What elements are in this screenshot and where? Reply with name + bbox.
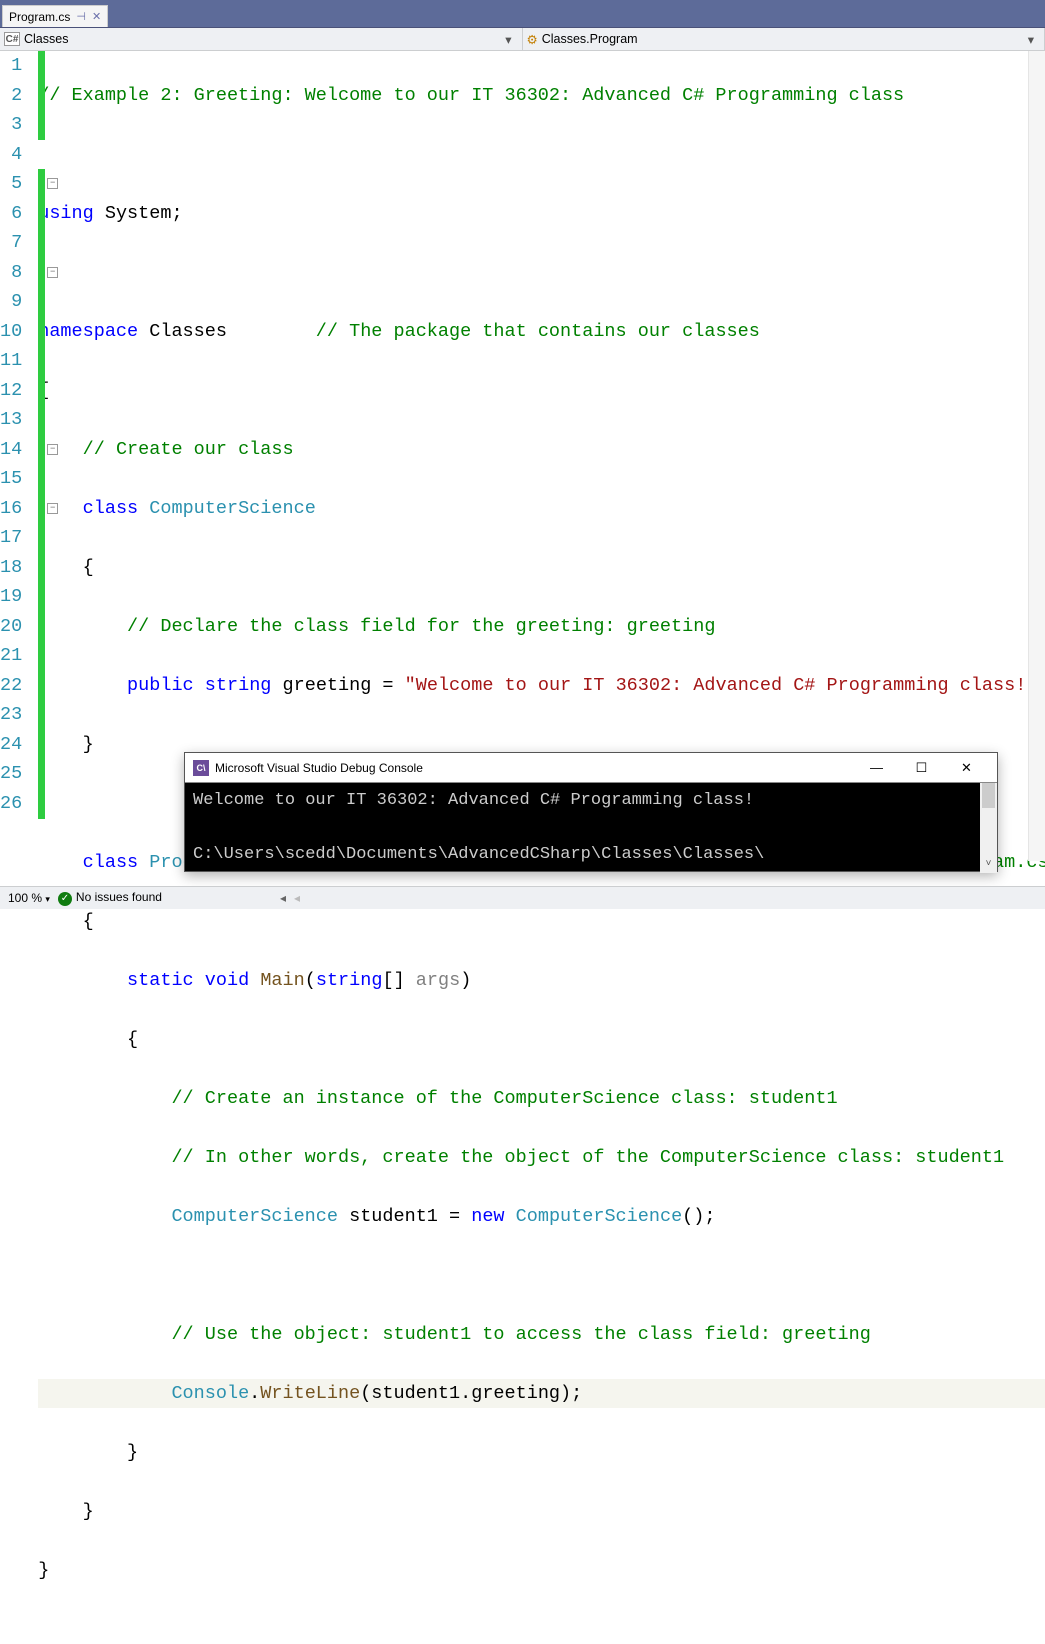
status-bar: 100 % ▾ ✓No issues found ◂ ◂ xyxy=(0,886,1045,909)
line-number-gutter: 1234567891011121314151617181920212223242… xyxy=(0,51,38,861)
maximize-button[interactable]: ☐ xyxy=(899,754,944,782)
class-selector[interactable]: C# Classes ▾ xyxy=(0,28,523,50)
member-selector[interactable]: ⚙ Classes.Program ▾ xyxy=(523,28,1045,50)
issues-indicator[interactable]: ✓No issues found xyxy=(58,890,162,906)
chevron-down-icon: ▾ xyxy=(1022,32,1040,47)
scrollbar-rail[interactable] xyxy=(1028,51,1045,861)
member-selector-label: Classes.Program xyxy=(542,32,638,46)
tab-label: Program.cs xyxy=(9,10,70,24)
member-icon: ⚙ xyxy=(527,32,538,47)
fold-icon[interactable]: − xyxy=(47,267,58,278)
console-line: Welcome to our IT 36302: Advanced C# Pro… xyxy=(193,787,989,814)
console-output[interactable]: Welcome to our IT 36302: Advanced C# Pro… xyxy=(185,783,997,873)
console-app-icon: C\ xyxy=(193,760,209,776)
fold-icon[interactable]: − xyxy=(47,503,58,514)
scroll-down-icon[interactable]: ˅ xyxy=(980,856,997,873)
class-selector-label: Classes xyxy=(24,32,68,46)
code-editor[interactable]: 1234567891011121314151617181920212223242… xyxy=(0,51,1045,861)
file-tab[interactable]: Program.cs ⊣ ✕ xyxy=(2,5,108,27)
console-titlebar[interactable]: C\ Microsoft Visual Studio Debug Console… xyxy=(185,753,997,783)
close-button[interactable]: ✕ xyxy=(944,754,989,782)
nav-fwd-icon[interactable]: ◂ xyxy=(294,891,300,905)
fold-icon[interactable]: − xyxy=(47,178,58,189)
chevron-down-icon: ▾ xyxy=(45,894,50,904)
fold-icon[interactable]: − xyxy=(47,444,58,455)
csharp-icon: C# xyxy=(4,32,20,46)
nav-back-icon[interactable]: ◂ xyxy=(280,891,286,905)
debug-console-window: C\ Microsoft Visual Studio Debug Console… xyxy=(184,752,998,872)
title-bar: Program.cs ⊣ ✕ xyxy=(0,0,1045,28)
minimize-button[interactable]: — xyxy=(854,754,899,782)
console-title: Microsoft Visual Studio Debug Console xyxy=(215,761,854,775)
code-content[interactable]: // Example 2: Greeting: Welcome to our I… xyxy=(38,51,1045,861)
zoom-level[interactable]: 100 % ▾ xyxy=(8,891,50,905)
close-icon[interactable]: ✕ xyxy=(92,10,101,23)
console-scrollbar[interactable]: ˄ ˅ xyxy=(980,783,997,873)
console-line: C:\Users\scedd\Documents\AdvancedCSharp\… xyxy=(193,841,989,868)
pin-icon[interactable]: ⊣ xyxy=(76,10,86,23)
navigation-bar: C# Classes ▾ ⚙ Classes.Program ▾ xyxy=(0,28,1045,51)
ok-icon: ✓ xyxy=(58,892,72,906)
chevron-down-icon: ▾ xyxy=(499,32,517,47)
